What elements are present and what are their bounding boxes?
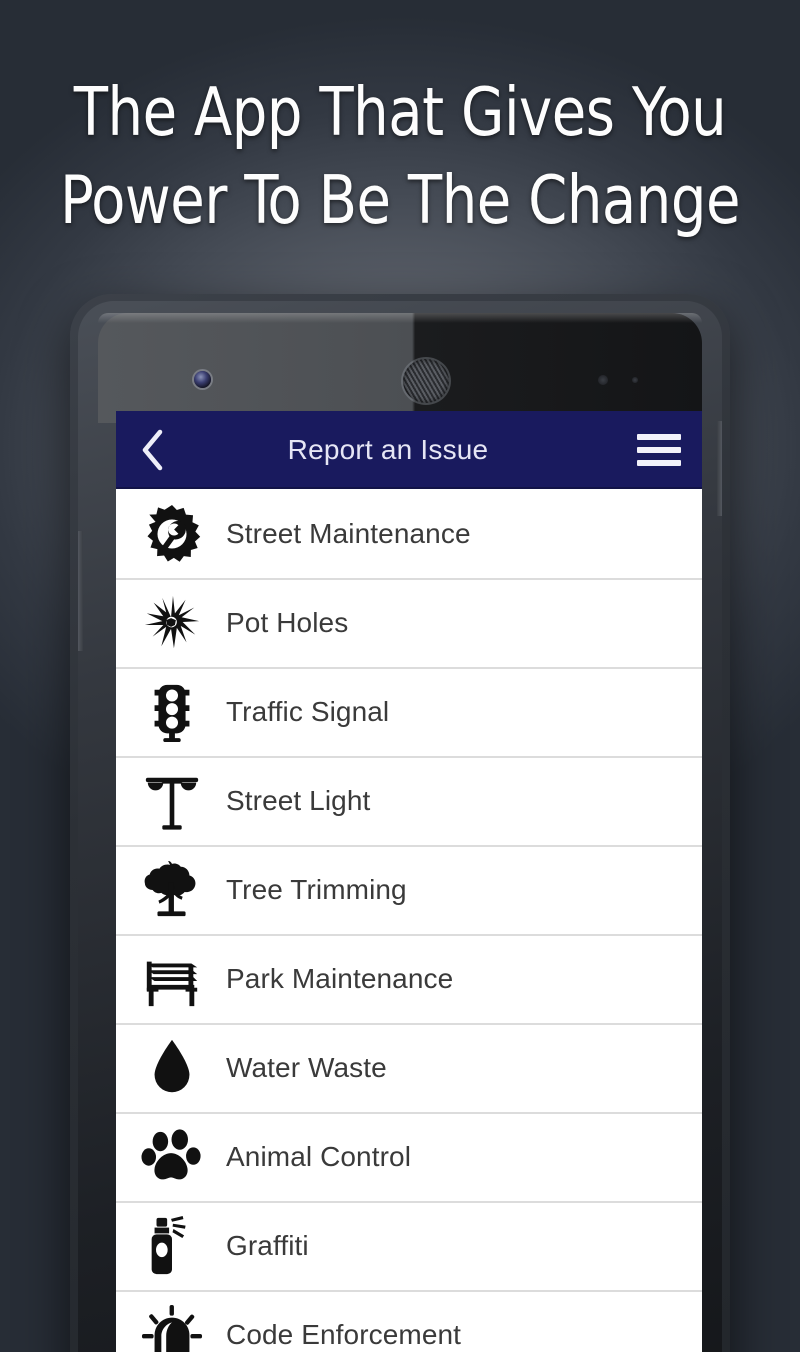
earpiece-speaker-icon [403, 359, 449, 403]
park-bench-icon [134, 941, 210, 1017]
front-camera-icon [194, 371, 211, 388]
list-item-label: Graffiti [226, 1229, 309, 1261]
list-item[interactable]: Water Waste [116, 1023, 702, 1112]
list-item-label: Animal Control [226, 1140, 412, 1172]
list-item-label: Street Light [226, 784, 371, 816]
list-item-label: Traffic Signal [226, 695, 390, 727]
list-item[interactable]: Animal Control [116, 1112, 702, 1201]
proximity-sensor-icon [598, 375, 662, 387]
list-item-label: Water Waste [226, 1051, 387, 1083]
siren-beacon-icon [134, 1297, 210, 1352]
list-item[interactable]: Code Enforcement [116, 1290, 702, 1352]
volume-button[interactable] [78, 531, 83, 651]
promo-headline: The App That Gives You Power To Be The C… [28, 68, 772, 244]
list-item[interactable]: Tree Trimming [116, 845, 702, 934]
list-item-label: Street Maintenance [226, 517, 471, 549]
list-item[interactable]: Park Maintenance [116, 934, 702, 1023]
spray-can-icon [134, 1208, 210, 1284]
power-button[interactable] [717, 421, 722, 516]
list-item-label: Park Maintenance [226, 962, 454, 994]
list-item[interactable]: Street Light [116, 756, 702, 845]
hamburger-menu-icon[interactable] [616, 411, 702, 489]
headline-line-2: Power To Be The Change [59, 161, 741, 239]
street-lamp-icon [134, 763, 210, 839]
headline-line-1: The App That Gives You [73, 73, 727, 151]
app-bar: Report an Issue [116, 411, 702, 489]
cracked-asphalt-icon [134, 585, 210, 661]
phone-body: Report an Issue Street Maintenance Pot H… [78, 301, 722, 1352]
traffic-light-icon [134, 674, 210, 750]
page-title: Report an Issue [287, 434, 489, 465]
issue-category-list: Street Maintenance Pot Holes Traffic Sig… [116, 489, 702, 1352]
water-drop-icon [134, 1030, 210, 1106]
list-item-label: Pot Holes [226, 606, 349, 638]
list-item[interactable]: Traffic Signal [116, 667, 702, 756]
tree-icon [134, 852, 210, 928]
promo-screenshot: The App That Gives You Power To Be The C… [0, 0, 800, 1352]
app-screen: Report an Issue Street Maintenance Pot H… [116, 411, 702, 1352]
list-item[interactable]: Street Maintenance [116, 489, 702, 578]
paw-print-icon [134, 1119, 210, 1195]
list-item-label: Code Enforcement [226, 1318, 462, 1350]
list-item[interactable]: Pot Holes [116, 578, 702, 667]
phone-top-bezel [98, 313, 702, 423]
phone-device-frame: Report an Issue Street Maintenance Pot H… [70, 294, 730, 1352]
list-item-label: Tree Trimming [226, 873, 407, 905]
list-item[interactable]: Graffiti [116, 1201, 702, 1290]
gear-wrench-icon [134, 496, 210, 572]
